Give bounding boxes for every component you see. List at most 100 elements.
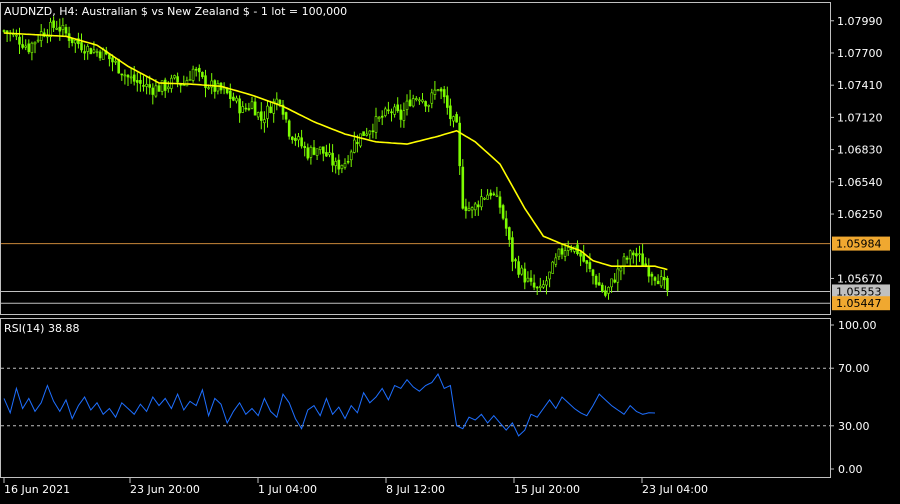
candle-body <box>489 192 493 196</box>
candle-body <box>483 197 486 200</box>
candle-body <box>108 54 111 60</box>
candle-body <box>163 79 167 91</box>
candle-body <box>535 286 539 289</box>
candle-body <box>486 194 489 200</box>
candle-body <box>402 110 406 121</box>
candle-body <box>287 120 291 137</box>
candle-body <box>52 20 55 28</box>
candle-body <box>325 152 328 157</box>
candle-body <box>569 248 573 251</box>
candle-body <box>622 256 626 267</box>
candle-body <box>464 206 468 211</box>
candle-body <box>421 99 424 102</box>
candle-body <box>182 84 186 86</box>
price-tick-label: 1.05670 <box>837 272 883 285</box>
candle-body <box>563 250 567 257</box>
trading-chart[interactable]: 1.07990 1.07700 1.07410 1.07120 1.06830 1.065… <box>0 0 900 500</box>
candle-body <box>523 268 527 283</box>
candle-body <box>328 152 331 156</box>
candle-body <box>383 108 387 116</box>
candle-body <box>650 273 654 277</box>
candle-body <box>64 27 68 34</box>
candle-body <box>49 21 52 37</box>
candle-body <box>297 136 300 141</box>
candle-body <box>619 267 623 272</box>
candle-body <box>294 137 297 141</box>
candle-body <box>253 101 257 116</box>
candle-body <box>473 203 477 211</box>
candle-body <box>266 105 269 119</box>
candle-body <box>235 97 238 102</box>
candle-body <box>501 205 505 219</box>
time-tick-label: 23 Jun 20:00 <box>130 483 200 496</box>
candle-body <box>55 28 59 30</box>
candle-body <box>33 41 37 45</box>
candle-body <box>442 89 446 98</box>
candle-body <box>554 257 558 265</box>
candle-body <box>610 278 613 288</box>
candle-body <box>321 146 325 154</box>
candle-body <box>139 79 142 84</box>
candle-body <box>467 208 471 211</box>
candle-body <box>390 111 393 114</box>
candle-body <box>613 279 617 283</box>
candle-body <box>15 34 18 37</box>
candle-body <box>167 86 170 90</box>
candle-body <box>331 152 334 166</box>
candle-body <box>151 87 155 95</box>
candle-body <box>641 253 644 267</box>
candle-body <box>148 84 151 88</box>
candle-body <box>408 99 412 107</box>
candle-body <box>560 248 564 255</box>
rsi-header-label: RSI(14) 38.88 <box>4 322 79 335</box>
candle-body <box>256 112 260 118</box>
chart-header-label: AUDNZD, H4: Australian $ vs New Zealand … <box>4 5 347 18</box>
candle-body <box>411 98 415 107</box>
candle-body <box>95 50 99 53</box>
candle-body <box>126 74 130 78</box>
candle-body <box>365 133 369 136</box>
rsi-tick-label: 100.00 <box>838 319 877 332</box>
candle-body <box>662 276 666 281</box>
candle-body <box>557 248 561 258</box>
candle-body <box>356 141 359 145</box>
candle-body <box>449 105 452 120</box>
candle-body <box>653 277 657 281</box>
candle-body <box>58 26 62 32</box>
candle-body <box>504 218 508 229</box>
candle-body <box>374 116 378 133</box>
price-tag-label-upper: 1.05984 <box>836 238 882 251</box>
candle-body <box>455 114 458 123</box>
candle-body <box>430 92 434 104</box>
candle-body <box>461 166 465 209</box>
candle-body <box>604 290 607 296</box>
candle-body <box>635 253 638 257</box>
candle-body <box>24 45 28 48</box>
candle-body <box>424 101 427 107</box>
candle-body <box>545 280 548 286</box>
candle-body <box>27 43 31 53</box>
candle-body <box>70 38 74 44</box>
candle-body <box>427 104 431 107</box>
candle-body <box>656 280 660 285</box>
candle-body <box>278 99 282 105</box>
candle-body <box>498 196 502 208</box>
candle-body <box>117 59 120 74</box>
candle-body <box>300 137 303 147</box>
candle-body <box>176 76 179 83</box>
candle-body <box>120 73 124 76</box>
candle-body <box>666 278 669 291</box>
candle-body <box>566 247 570 251</box>
chart-window[interactable]: 1.07990 1.07700 1.07410 1.07120 1.06830 1.065… <box>0 0 900 500</box>
price-tick-label: 1.07120 <box>837 111 883 124</box>
candle-body <box>340 165 344 169</box>
candle-body <box>92 49 96 53</box>
candle-body <box>418 99 421 102</box>
candle-body <box>80 42 83 51</box>
candle-body <box>337 159 341 170</box>
candle-body <box>511 237 514 262</box>
candle-body <box>132 74 136 82</box>
candle-body <box>194 68 198 71</box>
candle-body <box>439 88 443 92</box>
candle-body <box>157 85 161 92</box>
